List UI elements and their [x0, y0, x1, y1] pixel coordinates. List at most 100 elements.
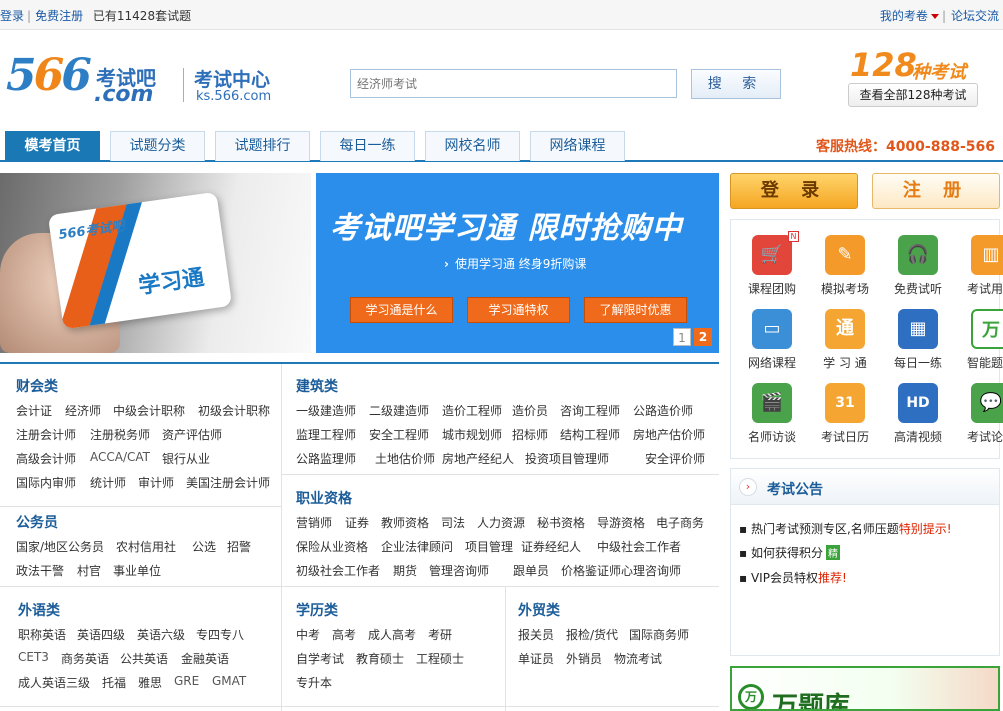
category-link[interactable]: 高考 — [332, 626, 356, 643]
service-chat[interactable]: 💬 考试论坛 — [957, 383, 1003, 453]
category-link[interactable]: 村官 — [77, 562, 101, 579]
category-link[interactable]: 司法 — [441, 514, 465, 531]
tab-courses[interactable]: 网络课程 — [530, 131, 625, 161]
study-card-photo[interactable]: 566考试吧 学习通 — [0, 173, 311, 353]
category-link[interactable]: 注册税务师 — [90, 426, 150, 443]
category-link[interactable]: 跟单员 — [513, 562, 549, 579]
category-title-waimao[interactable]: 外贸类 — [518, 600, 560, 620]
category-link[interactable]: 成人高考 — [368, 626, 416, 643]
forum-link[interactable]: 论坛交流 — [951, 9, 999, 23]
service-wan-bank[interactable]: 万N智能题库 — [957, 309, 1003, 379]
category-link[interactable]: 安全工程师 — [369, 426, 429, 443]
category-link[interactable]: 教育硕士 — [356, 650, 404, 667]
category-link[interactable]: 专四专八 — [196, 626, 244, 643]
site-logo[interactable]: 566 考试吧 .com 考试中心 ks.566.com — [4, 50, 274, 110]
category-link[interactable]: ACCA/CAT — [90, 450, 150, 464]
service-calendar-grid[interactable]: ▦ 每日一练 — [884, 309, 952, 379]
category-link[interactable]: 中考 — [296, 626, 320, 643]
category-link[interactable]: 中级社会工作者 — [597, 538, 681, 555]
category-link[interactable]: 事业单位 — [113, 562, 161, 579]
category-link[interactable]: 统计师 — [90, 474, 126, 491]
category-link[interactable]: 专升本 — [296, 674, 332, 691]
category-link[interactable]: 审计师 — [138, 474, 174, 491]
limited-offer-button[interactable]: 了解限时优惠 — [584, 297, 687, 323]
category-link[interactable]: 公路造价师 — [633, 402, 693, 419]
category-link[interactable]: GRE — [174, 674, 199, 688]
category-link[interactable]: 安全评价师 — [645, 450, 705, 467]
category-link[interactable]: 招警 — [227, 538, 251, 555]
category-link[interactable]: 期货 — [393, 562, 417, 579]
category-title-gongwuyuan[interactable]: 公务员 — [16, 512, 58, 532]
category-link[interactable]: CET3 — [18, 650, 49, 664]
category-link[interactable]: 银行从业 — [162, 450, 210, 467]
category-link[interactable]: 初级会计职称 — [198, 402, 270, 419]
login-button[interactable]: 登 录 — [730, 173, 858, 209]
category-link[interactable]: 造价员 — [512, 402, 548, 419]
service-headphone[interactable]: 🎧 免费试听 — [884, 235, 952, 305]
category-link[interactable]: 教师资格 — [381, 514, 429, 531]
category-link[interactable]: 咨询工程师 — [560, 402, 620, 419]
category-link[interactable]: 英语四级 — [77, 626, 125, 643]
category-link[interactable]: 国际商务师 — [629, 626, 689, 643]
category-link[interactable]: 雅思 — [138, 674, 162, 691]
category-link[interactable]: 土地估价师 — [375, 450, 435, 467]
category-link[interactable]: 价格鉴证师 — [561, 562, 621, 579]
service-hd[interactable]: HD 高清视频 — [884, 383, 952, 453]
service-book[interactable]: ▥ 考试用书 — [957, 235, 1003, 305]
notice-item[interactable]: ▪ VIP会员特权推荐! — [739, 569, 847, 586]
notice-item[interactable]: ▪ 热门考试预测专区,名师压题特别提示! — [739, 520, 952, 537]
promo-banner[interactable]: 考试吧学习通 限时抢购中 › 使用学习通 终身9折购课 学习通是什么 学习通特权 … — [316, 173, 719, 353]
category-link[interactable]: 导游资格 — [597, 514, 645, 531]
category-title-xueli[interactable]: 学历类 — [296, 600, 338, 620]
category-link[interactable]: 公选 — [192, 538, 216, 555]
category-link[interactable]: 城市规划师 — [442, 426, 502, 443]
tab-teachers[interactable]: 网校名师 — [425, 131, 520, 161]
service-cart[interactable]: 🛒 N 课程团购 — [738, 231, 806, 305]
category-link[interactable]: 营销师 — [296, 514, 332, 531]
search-input[interactable] — [350, 69, 677, 98]
category-link[interactable]: 房地产经纪人 — [442, 450, 514, 467]
category-link[interactable]: 英语六级 — [137, 626, 185, 643]
category-link[interactable]: 自学考试 — [296, 650, 344, 667]
category-link[interactable]: 监理工程师 — [296, 426, 356, 443]
category-link[interactable]: 金融英语 — [181, 650, 229, 667]
what-is-study-card-button[interactable]: 学习通是什么 — [350, 297, 453, 323]
register-button[interactable]: 注 册 — [872, 173, 1000, 209]
category-link[interactable]: 国家/地区公务员 — [16, 538, 104, 555]
service-card[interactable]: 通学 习 通 — [811, 309, 879, 379]
tab-ranking[interactable]: 试题排行 — [215, 131, 310, 161]
category-link[interactable]: 保险从业资格 — [296, 538, 368, 555]
category-link[interactable]: GMAT — [212, 674, 246, 688]
category-title-waiyu[interactable]: 外语类 — [18, 600, 60, 620]
my-exam-menu[interactable]: 我的考卷 — [880, 9, 939, 23]
tab-home[interactable]: 模考首页 — [5, 131, 100, 161]
tab-daily[interactable]: 每日一练 — [320, 131, 415, 161]
category-link[interactable]: 公路监理师 — [296, 450, 356, 467]
category-link[interactable]: 企业法律顾问 — [381, 538, 453, 555]
category-link[interactable]: 物流考试 — [614, 650, 662, 667]
question-bank-ad[interactable]: 万 万题库 — [730, 666, 1000, 711]
category-title-jianzhu[interactable]: 建筑类 — [296, 376, 338, 396]
category-link[interactable]: 高级会计师 — [16, 450, 76, 467]
view-all-exams-button[interactable]: 查看全部128种考试 — [848, 83, 978, 107]
category-link[interactable]: 商务英语 — [61, 650, 109, 667]
category-link[interactable]: 会计证 — [16, 402, 52, 419]
category-link[interactable]: 单证员 — [518, 650, 554, 667]
category-link[interactable]: 人力资源 — [477, 514, 525, 531]
exam-count-promo[interactable]: 128 种考试 查看全部128种考试 — [848, 46, 980, 108]
category-link[interactable]: 二级建造师 — [369, 402, 429, 419]
tab-categories[interactable]: 试题分类 — [110, 131, 205, 161]
search-button[interactable]: 搜 索 — [691, 69, 781, 99]
category-link[interactable]: 造价工程师 — [442, 402, 502, 419]
category-title-zhiye[interactable]: 职业资格 — [296, 488, 352, 508]
category-link[interactable]: 职称英语 — [18, 626, 66, 643]
study-card-privilege-button[interactable]: 学习通特权 — [467, 297, 570, 323]
category-link[interactable]: 经济师 — [65, 402, 101, 419]
category-link[interactable]: 国际内审师 — [16, 474, 76, 491]
category-link[interactable]: 工程硕士 — [416, 650, 464, 667]
register-link[interactable]: 免费注册 — [35, 9, 83, 23]
category-link[interactable]: 外销员 — [566, 650, 602, 667]
notice-item[interactable]: ▪ 如何获得积分精 — [739, 544, 840, 561]
category-link[interactable]: 结构工程师 — [560, 426, 620, 443]
category-link[interactable]: 美国注册会计师 — [186, 474, 270, 491]
